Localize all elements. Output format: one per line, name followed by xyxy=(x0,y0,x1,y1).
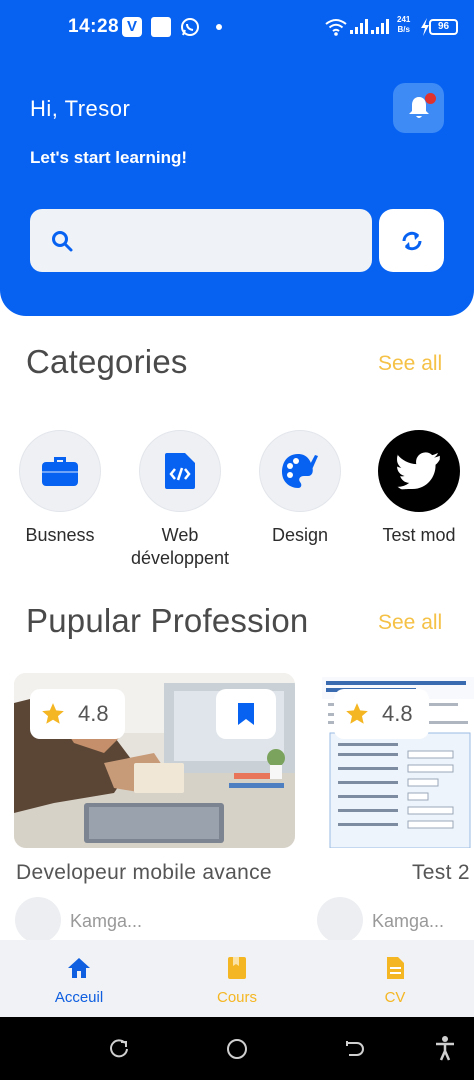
refresh-button[interactable] xyxy=(379,209,444,272)
network-speed-unit: B/s xyxy=(397,25,410,34)
home-icon xyxy=(68,958,90,978)
notification-button[interactable] xyxy=(393,83,444,133)
categories-title: Categories xyxy=(26,343,188,380)
category-label: Design xyxy=(271,525,329,545)
category-test-mod[interactable]: Test mod xyxy=(378,430,460,547)
course-card-image[interactable]: 4.8 xyxy=(318,673,474,848)
document-icon xyxy=(387,957,404,979)
status-time: 14:28 xyxy=(68,16,120,37)
whatsapp-icon xyxy=(181,18,199,36)
search-icon xyxy=(52,230,73,251)
rating-value: 4.8 xyxy=(78,701,109,726)
bottom-navigation: Acceuil Cours CV xyxy=(0,940,474,1017)
categories-see-all-link[interactable]: See all xyxy=(378,352,442,376)
nav-label: CV xyxy=(384,989,406,1006)
star-icon xyxy=(346,703,368,724)
subtitle-text: Let's start learning! xyxy=(30,148,188,167)
bookmark-button[interactable] xyxy=(216,689,276,739)
category-label: Busness xyxy=(25,525,95,545)
book-icon xyxy=(228,957,246,979)
code-file-icon xyxy=(165,453,195,489)
bookmark-icon xyxy=(238,703,254,725)
palette-icon xyxy=(282,454,318,488)
back-icon[interactable] xyxy=(343,1037,367,1061)
rating-badge: 4.8 xyxy=(334,689,429,739)
notification-badge xyxy=(425,93,436,104)
nav-item-courses[interactable]: Cours xyxy=(187,956,287,1006)
category-web-development[interactable]: Web développent xyxy=(131,430,229,570)
search-bar[interactable] xyxy=(30,209,372,272)
wifi-icon xyxy=(325,19,347,36)
category-business[interactable]: Busness xyxy=(19,430,101,547)
popular-title: Pupular Profession xyxy=(26,602,309,639)
star-icon xyxy=(42,703,64,724)
search-input[interactable] xyxy=(88,231,348,250)
network-speed: 241 B/s xyxy=(397,15,410,35)
author-name: Kamga... xyxy=(70,911,143,931)
category-icon-wrapper xyxy=(139,430,221,512)
accessibility-icon[interactable] xyxy=(433,1035,457,1061)
course-title[interactable]: Developeur mobile avance xyxy=(16,861,272,885)
popular-see-all-link[interactable]: See all xyxy=(378,611,442,635)
network-speed-value: 241 xyxy=(397,15,411,24)
sync-icon xyxy=(402,231,421,250)
category-icon-wrapper xyxy=(378,430,460,512)
battery-indicator: 96 xyxy=(429,19,458,35)
category-label: Test mod xyxy=(382,525,456,545)
signal-icon xyxy=(350,19,389,34)
system-navigation-bar xyxy=(0,1017,474,1080)
course-title[interactable]: Test 2 xyxy=(412,861,470,885)
recent-apps-icon[interactable] xyxy=(107,1037,131,1061)
nav-label: Acceuil xyxy=(54,989,104,1006)
briefcase-icon xyxy=(42,457,78,486)
greeting-text: Hi, Tresor xyxy=(30,96,131,121)
category-icon-wrapper xyxy=(19,430,101,512)
twitter-icon xyxy=(397,452,440,490)
nav-item-home[interactable]: Acceuil xyxy=(29,956,129,1006)
nav-item-cv[interactable]: CV xyxy=(345,956,445,1006)
category-icon-wrapper xyxy=(259,430,341,512)
app-square-icon xyxy=(151,17,171,37)
category-design[interactable]: Design xyxy=(259,430,341,547)
app-notification-icon: V xyxy=(122,17,142,37)
author-avatar xyxy=(15,897,61,943)
more-notifications-dot-icon xyxy=(216,24,222,30)
author-name: Kamga... xyxy=(372,911,445,931)
category-label: Web développent xyxy=(130,525,230,568)
author-avatar xyxy=(317,897,363,943)
status-bar: 14:28 V 241 B/s 96 xyxy=(0,0,474,54)
rating-badge: 4.8 xyxy=(30,689,125,739)
course-card-image[interactable]: 4.8 xyxy=(14,673,295,848)
nav-label: Cours xyxy=(216,989,257,1006)
rating-value: 4.8 xyxy=(382,701,413,726)
home-circle-icon[interactable] xyxy=(225,1037,249,1061)
